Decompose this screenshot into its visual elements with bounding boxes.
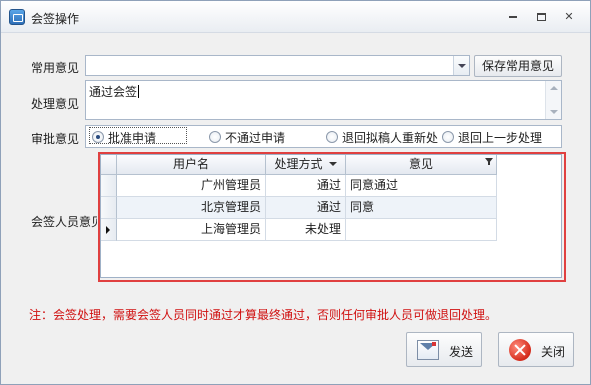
cell-opinion[interactable]: 同意 — [346, 197, 497, 219]
table-row[interactable]: 北京管理员 通过 同意 — [101, 197, 561, 219]
column-header-method[interactable]: 处理方式 — [266, 155, 346, 175]
cell-username[interactable]: 上海管理员 — [117, 219, 266, 241]
radio-checked-icon — [92, 131, 104, 143]
process-opinion-text: 通过会签 — [89, 85, 138, 99]
dialog-window: 会签操作 ✕ 常用意见 保存常用意见 处理意见 通过会签 审批意见 批准申请 不… — [0, 0, 591, 385]
radio-unchecked-icon — [209, 131, 221, 143]
radio-approve-label: 批准申请 — [108, 131, 157, 145]
sort-down-icon — [328, 162, 337, 166]
radio-unchecked-icon — [442, 131, 454, 143]
radio-reject-label: 不通过申请 — [225, 131, 286, 145]
cell-opinion[interactable] — [346, 219, 497, 241]
radio-unchecked-icon — [326, 131, 338, 143]
grid-header: 用户名 处理方式 意见 — [101, 155, 561, 175]
send-button[interactable]: 发送 — [406, 332, 482, 367]
row-indicator[interactable] — [101, 197, 117, 219]
column-header-username-label: 用户名 — [172, 157, 209, 171]
cell-method[interactable]: 通过 — [266, 175, 346, 197]
radio-return-drafter-label: 退回拟稿人重新处 — [342, 131, 439, 145]
app-icon — [9, 9, 25, 25]
current-row-icon — [106, 226, 110, 234]
row-indicator[interactable] — [101, 175, 117, 197]
text-caret — [138, 85, 140, 98]
radio-return-previous-label: 退回上一步处理 — [458, 131, 543, 145]
textarea-scrollbar[interactable] — [545, 81, 561, 119]
close-button-label: 关闭 — [541, 345, 566, 359]
scroll-up-icon[interactable] — [550, 86, 558, 90]
close-icon[interactable]: ✕ — [557, 7, 581, 27]
radio-return-drafter[interactable]: 退回拟稿人重新处 — [326, 129, 440, 145]
common-opinion-combo[interactable] — [85, 55, 470, 76]
cell-username[interactable]: 广州管理员 — [117, 175, 266, 197]
header-indicator — [101, 155, 117, 175]
scroll-down-icon[interactable] — [550, 110, 558, 114]
envelope-icon — [417, 340, 439, 360]
cell-method[interactable]: 未处理 — [266, 219, 346, 241]
close-circle-icon — [509, 339, 531, 361]
minimize-icon[interactable] — [501, 7, 525, 27]
process-opinion-label: 处理意见 — [31, 97, 80, 111]
close-button[interactable]: 关闭 — [498, 332, 574, 367]
signers-grid[interactable]: 用户名 处理方式 意见 广州管理员 通过 同意通过 北京管理员 通过 同意 上海… — [100, 154, 562, 278]
table-row[interactable]: 广州管理员 通过 同意通过 — [101, 175, 561, 197]
common-opinion-label: 常用意见 — [31, 61, 80, 75]
cell-username[interactable]: 北京管理员 — [117, 197, 266, 219]
signers-opinion-label: 会签人员意见 — [31, 215, 97, 229]
filter-icon[interactable] — [485, 158, 493, 165]
note-text: 注：会签处理，需要会签人员同时通过才算最终通过，否则任何审批人员可做退回处理。 — [29, 308, 498, 322]
column-header-username[interactable]: 用户名 — [117, 155, 266, 175]
approval-radio-group: 批准申请 不通过申请 退回拟稿人重新处 退回上一步处理 — [85, 125, 562, 148]
column-header-opinion[interactable]: 意见 — [346, 155, 497, 175]
send-button-label: 发送 — [449, 345, 474, 359]
process-opinion-textarea[interactable]: 通过会签 — [85, 80, 562, 120]
title-bar[interactable]: 会签操作 ✕ — [1, 1, 590, 33]
save-common-opinion-button[interactable]: 保存常用意见 — [474, 55, 562, 77]
row-indicator[interactable] — [101, 219, 117, 241]
window-title: 会签操作 — [31, 12, 80, 26]
column-header-opinion-label: 意见 — [408, 157, 433, 171]
maximize-icon[interactable] — [529, 7, 553, 27]
column-header-method-label: 处理方式 — [274, 157, 323, 171]
table-row[interactable]: 上海管理员 未处理 — [101, 219, 561, 241]
cell-opinion[interactable]: 同意通过 — [346, 175, 497, 197]
approval-label: 审批意见 — [31, 132, 80, 146]
chevron-down-icon[interactable] — [453, 56, 469, 75]
cell-method[interactable]: 通过 — [266, 197, 346, 219]
